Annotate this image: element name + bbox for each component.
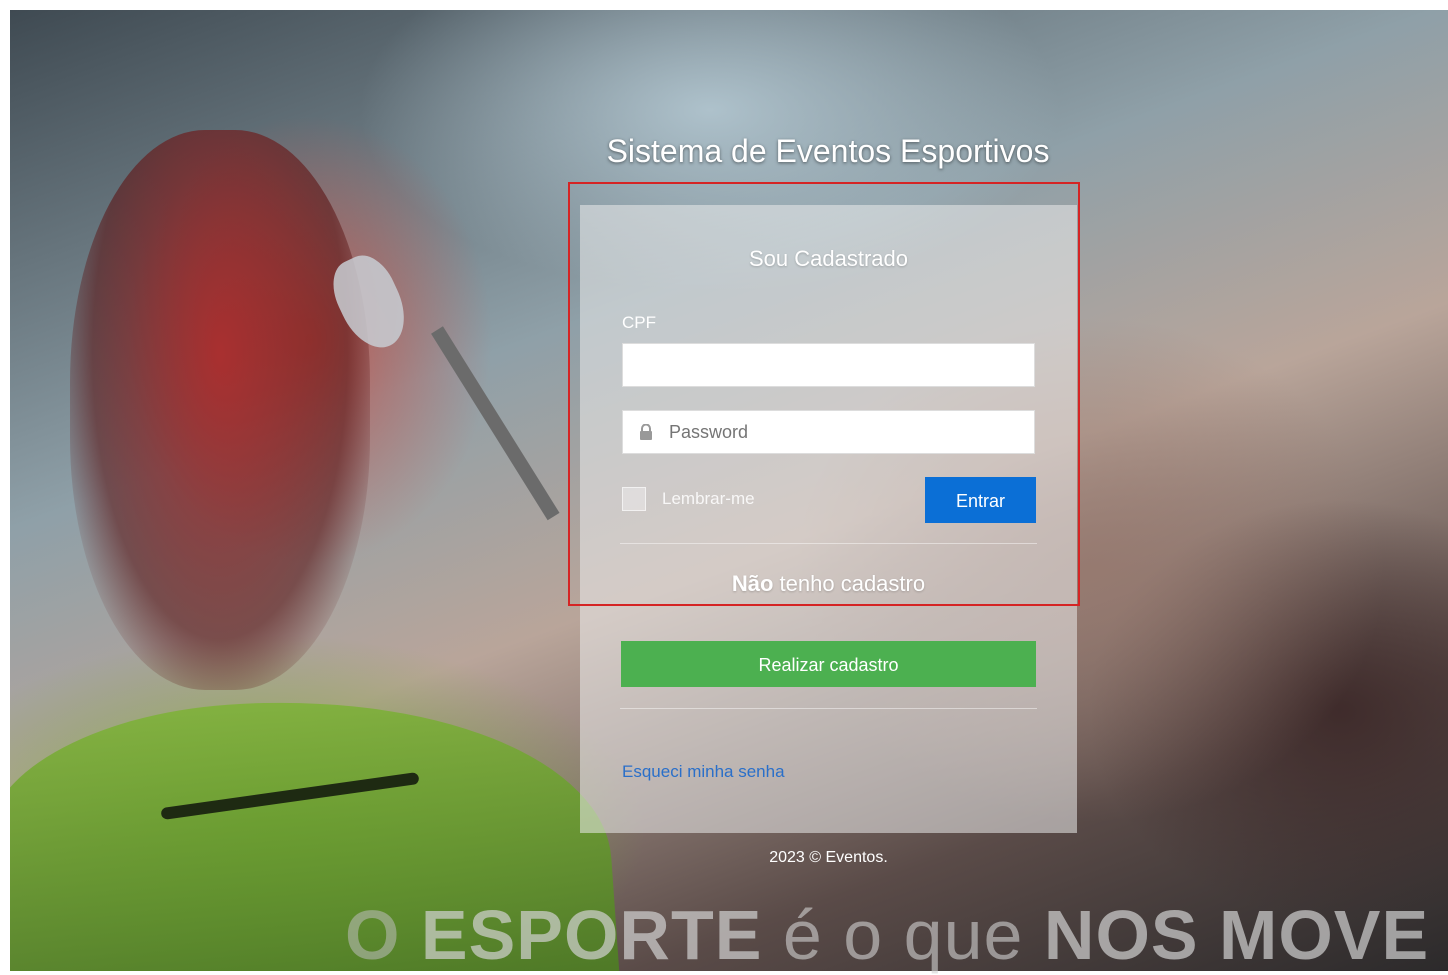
login-button[interactable]: Entrar (925, 477, 1036, 523)
forgot-password-link[interactable]: Esqueci minha senha (622, 762, 785, 782)
slogan-part1: O (345, 896, 421, 974)
cpf-label: CPF (622, 313, 656, 332)
register-button[interactable]: Realizar cadastro (621, 641, 1036, 687)
lock-icon (640, 424, 652, 440)
login-section-title: Sou Cadastrado (749, 246, 908, 271)
paddle-shaft (431, 326, 560, 521)
remember-checkbox[interactable] (622, 487, 646, 511)
slogan-part3: é o que (762, 896, 1044, 974)
slogan: O ESPORTE é o que NOS MOVE (345, 895, 1445, 975)
slogan-part2: ESPORTE (420, 896, 763, 974)
remember-label: Lembrar-me (662, 489, 755, 508)
cpf-input[interactable] (622, 343, 1035, 387)
register-title-bold: Não (731, 571, 774, 596)
slogan-part4: NOS MOVE (1043, 896, 1430, 974)
divider (620, 543, 1037, 544)
register-section-title: Não tenho cadastro (580, 571, 1077, 597)
divider (620, 708, 1037, 709)
password-field (622, 410, 1035, 454)
password-input[interactable] (622, 410, 1035, 454)
kayaker-figure (70, 130, 370, 690)
register-title-rest: tenho cadastro (773, 571, 926, 596)
app-title: Sistema de Eventos Esportivos (606, 133, 1050, 169)
footer-copyright: 2023 © Eventos. (769, 849, 888, 866)
